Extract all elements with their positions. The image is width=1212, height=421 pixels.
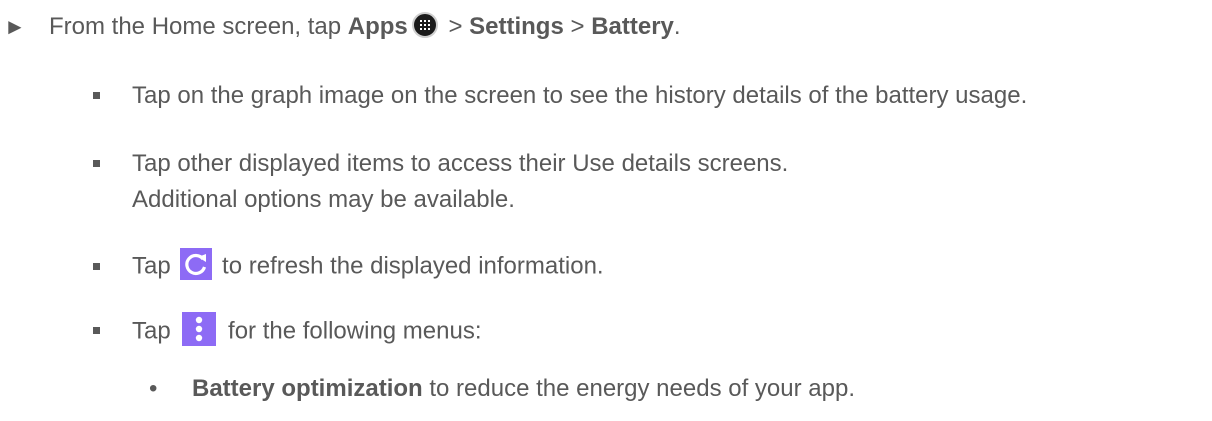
square-bullet: [93, 92, 100, 99]
step-prefix: From the Home screen, tap: [49, 13, 348, 40]
apps-grid-icon: [411, 11, 438, 38]
battery-label: Battery: [591, 13, 674, 40]
other-items-tip: Tap other displayed items to access thei…: [132, 150, 789, 213]
apps-label: Apps: [347, 13, 408, 40]
square-bullet: [93, 160, 100, 167]
refresh-suffix: to refresh the displayed information.: [215, 252, 604, 280]
menu-prefix: Tap: [132, 317, 178, 345]
square-bullet: [93, 263, 100, 270]
step-instruction: From the Home screen, tap Apps > Setting…: [49, 11, 681, 42]
battery-optimization-label: Battery optimization: [192, 375, 423, 402]
menu-suffix: for the following menus:: [221, 317, 482, 345]
refresh-tip: Tap to refresh the displayed information…: [132, 248, 604, 283]
step-suffix: .: [673, 13, 681, 40]
arrow-bullet: ►: [4, 14, 26, 39]
square-bullet: [93, 327, 100, 334]
refresh-icon: [180, 248, 213, 280]
battery-optimization-desc: to reduce the energy needs of your app.: [422, 375, 855, 402]
dot-bullet: •: [149, 375, 158, 402]
separator: >: [441, 13, 470, 40]
graph-tip: Tap on the graph image on the screen to …: [132, 82, 1028, 109]
separator: >: [563, 13, 592, 40]
menu-tip: Tap for the following menus:: [132, 312, 482, 349]
battery-optimization-item: Battery optimization to reduce the energ…: [192, 374, 855, 404]
refresh-prefix: Tap: [132, 252, 178, 280]
settings-label: Settings: [469, 13, 564, 40]
more-vert-icon: [182, 312, 217, 346]
